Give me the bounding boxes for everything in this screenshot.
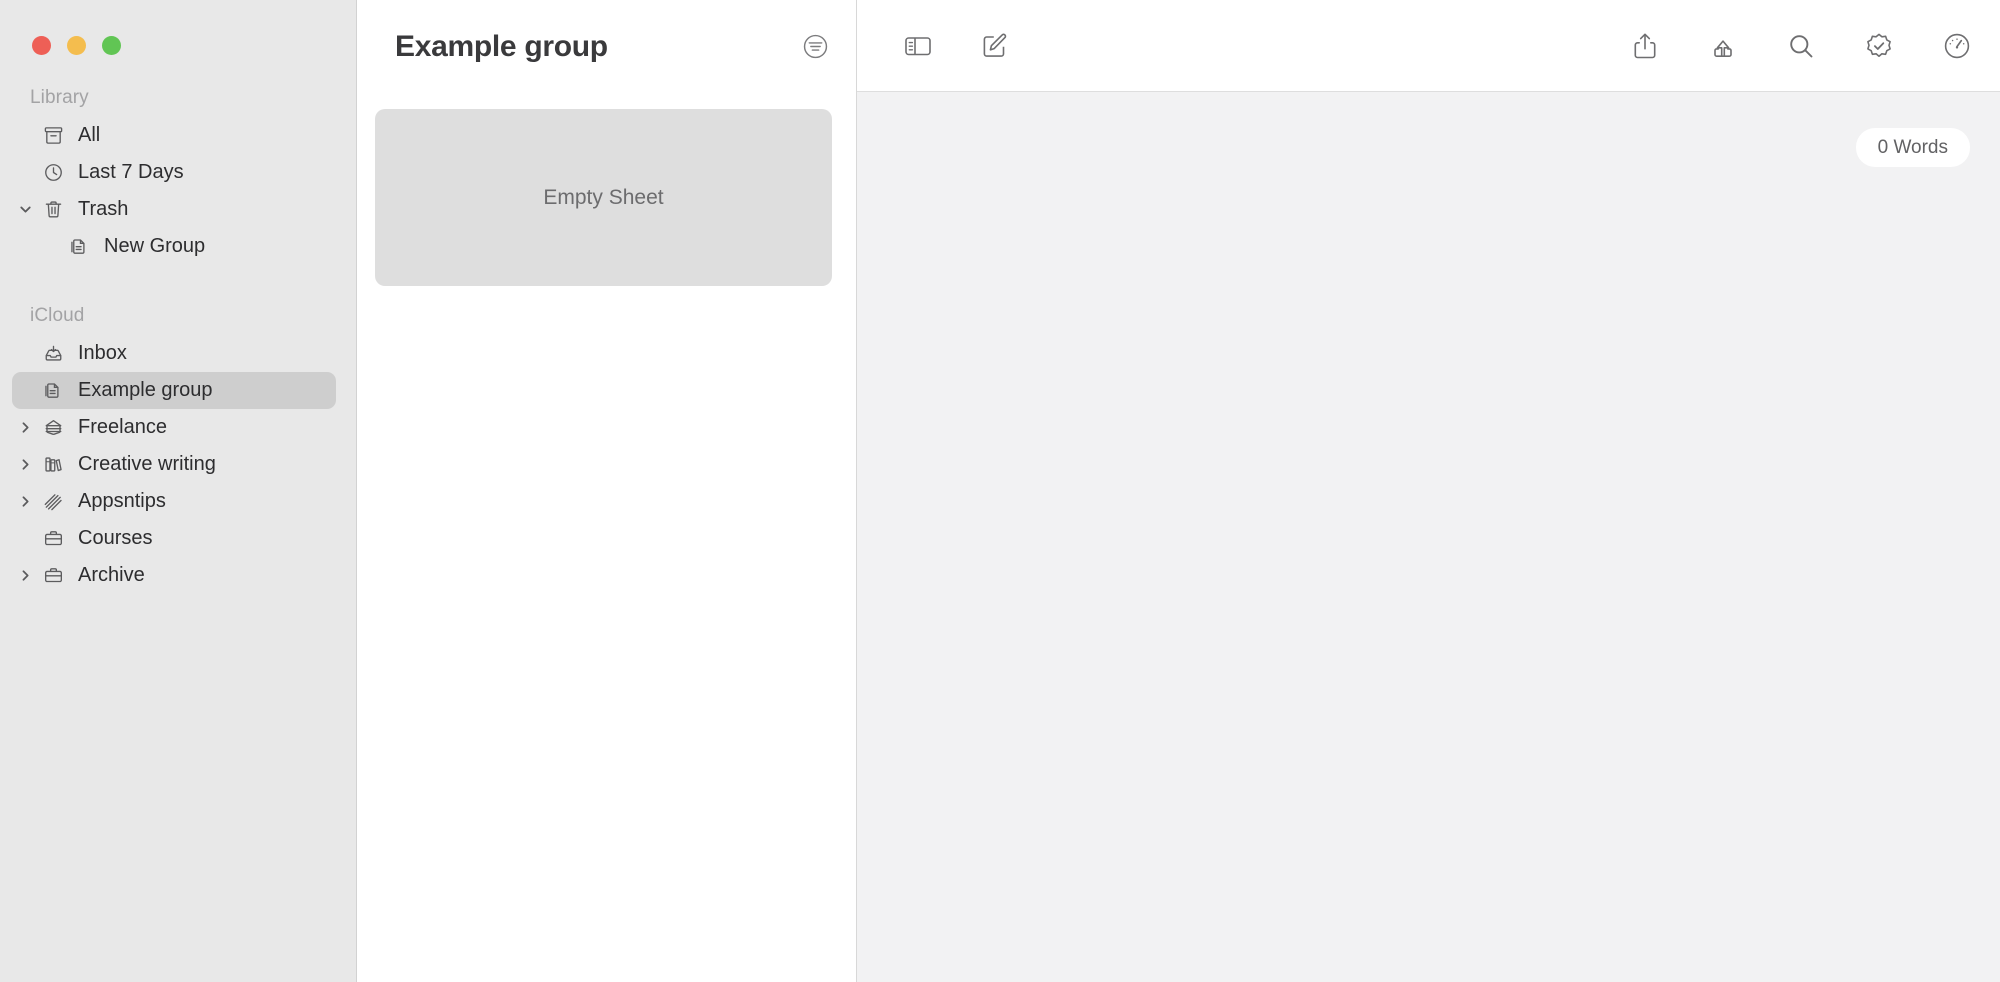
doc-on-doc-icon (64, 236, 94, 257)
scribble-icon (38, 491, 68, 513)
sidebar-item-label: All (78, 124, 100, 147)
app-window: Library All Last 7 Days (0, 0, 2000, 982)
share-icon[interactable] (1626, 27, 1664, 65)
toggle-sidebar-icon[interactable] (899, 27, 937, 65)
sidebar-item-example-group[interactable]: Example group (12, 372, 336, 409)
minimize-button[interactable] (67, 36, 86, 55)
publish-icon[interactable] (1704, 27, 1742, 65)
tray-and-arrow-down-icon (38, 343, 68, 364)
gauge-icon[interactable] (1938, 27, 1976, 65)
books-icon (38, 454, 68, 475)
sidebar-section-library-title: Library (0, 87, 356, 109)
sidebar-item-archive[interactable]: Archive (12, 557, 336, 594)
sort-lines-circle-icon[interactable] (798, 30, 832, 64)
briefcase-icon (38, 565, 68, 586)
page-title: Example group (395, 30, 608, 64)
clock-icon (38, 162, 68, 183)
sidebar-section-icloud-title: iCloud (0, 305, 356, 327)
toolbar-left-group (899, 27, 1013, 65)
sidebar-item-inbox[interactable]: Inbox (12, 335, 336, 372)
checkmark-seal-icon[interactable] (1860, 27, 1898, 65)
sidebar-item-label: Example group (78, 379, 213, 402)
sidebar-item-all[interactable]: All (12, 117, 336, 154)
word-count-badge[interactable]: 0 Words (1856, 128, 1970, 167)
briefcase-icon (38, 528, 68, 549)
word-count-label: 0 Words (1878, 137, 1948, 159)
sidebar-item-label: Appsntips (78, 490, 166, 513)
sidebar-item-courses[interactable]: Courses (12, 520, 336, 557)
search-icon[interactable] (1782, 27, 1820, 65)
sheet-list-header: Example group (357, 0, 856, 93)
sidebar-item-label: Creative writing (78, 453, 216, 476)
chevron-right-icon[interactable] (12, 457, 38, 472)
sidebar: Library All Last 7 Days (0, 0, 357, 982)
sidebar-item-label: Freelance (78, 416, 167, 439)
window-controls (0, 0, 356, 55)
sidebar-item-appsntips[interactable]: Appsntips (12, 483, 336, 520)
sidebar-item-freelance[interactable]: Freelance (12, 409, 336, 446)
sidebar-item-label: Trash (78, 198, 128, 221)
zoom-button[interactable] (102, 36, 121, 55)
sheet-card[interactable]: Empty Sheet (375, 109, 832, 286)
doc-on-doc-icon (38, 380, 68, 401)
chevron-right-icon[interactable] (12, 420, 38, 435)
sidebar-item-label: Archive (78, 564, 145, 587)
sidebar-item-last-7-days[interactable]: Last 7 Days (12, 154, 336, 191)
sidebar-item-label: Courses (78, 527, 152, 550)
sidebar-item-label: Inbox (78, 342, 127, 365)
chevron-right-icon[interactable] (12, 568, 38, 583)
editor-canvas[interactable]: 0 Words (857, 92, 2000, 982)
sidebar-item-label: Last 7 Days (78, 161, 184, 184)
sheet-list-column: Example group Empty Sheet (357, 0, 857, 982)
layers-icon (38, 417, 68, 438)
editor-pane: 0 Words (857, 0, 2000, 982)
toolbar-right-group (1626, 27, 1976, 65)
chevron-down-icon[interactable] (12, 202, 38, 217)
compose-icon[interactable] (975, 27, 1013, 65)
sheet-title: Empty Sheet (543, 186, 663, 210)
sidebar-item-creative-writing[interactable]: Creative writing (12, 446, 336, 483)
editor-toolbar (857, 0, 2000, 92)
archivebox-icon (38, 125, 68, 146)
sidebar-item-trash[interactable]: Trash (12, 191, 336, 228)
chevron-right-icon[interactable] (12, 494, 38, 509)
sidebar-item-label: New Group (104, 235, 205, 258)
trash-icon (38, 199, 68, 220)
sidebar-item-new-group[interactable]: New Group (12, 228, 336, 265)
close-button[interactable] (32, 36, 51, 55)
